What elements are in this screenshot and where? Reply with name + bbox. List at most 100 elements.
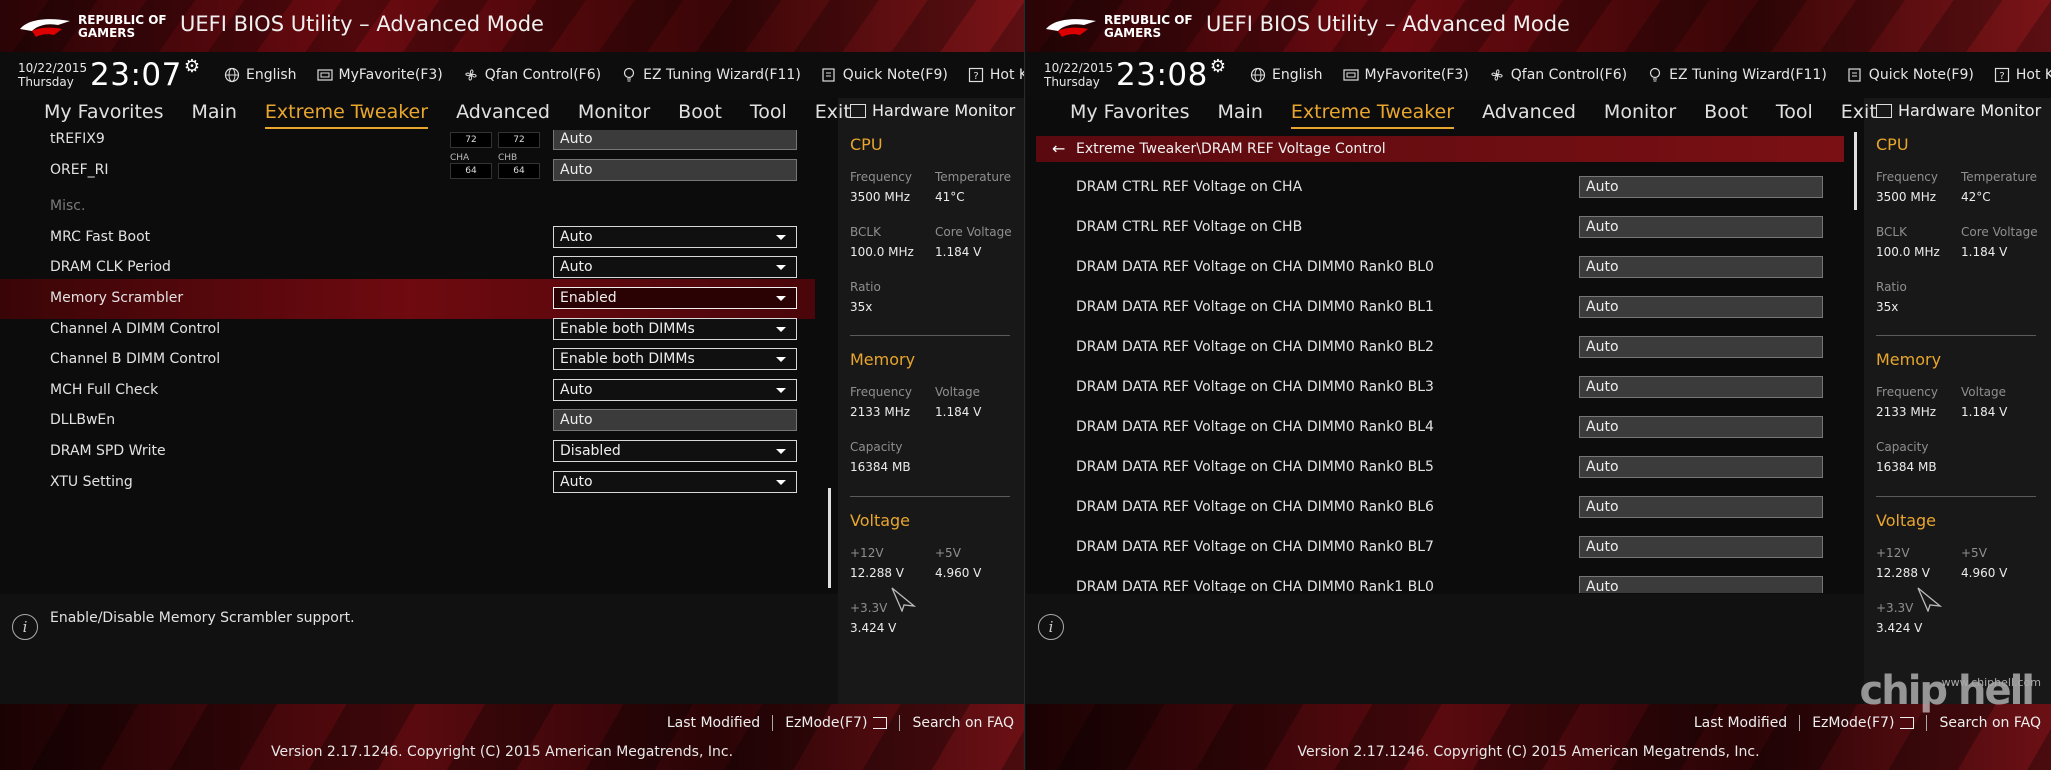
setting-value: Auto [1586, 379, 1619, 395]
cpu-temperature-label: Temperature [1961, 170, 2038, 184]
setting-input[interactable]: Auto [1579, 296, 1823, 318]
cpu-frequency-label: Frequency [1876, 170, 1938, 184]
voltage-section-title: Voltage [850, 511, 911, 530]
quick-note-button[interactable]: Quick Note(F9) [821, 67, 948, 83]
setting-row[interactable]: DRAM CTRL REF Voltage on CHA Auto [1026, 168, 1841, 208]
setting-row[interactable]: DRAM DATA REF Voltage on CHA DIMM0 Rank0… [1026, 528, 1841, 568]
language-label: English [245, 67, 297, 83]
note-icon [1848, 68, 1861, 82]
copyright-text: Version 2.17.1246. Copyright (C) 2015 Am… [270, 744, 734, 760]
tab-my-favorites[interactable]: My Favorites [1026, 101, 1204, 123]
setting-input[interactable]: Auto [553, 409, 797, 431]
fan-icon [1491, 69, 1503, 81]
setting-row[interactable]: DRAM DATA REF Voltage on CHA DIMM0 Rank0… [1026, 248, 1841, 288]
hardware-monitor: Hardware Monitor CPU Frequency 3500 MHz … [838, 98, 1024, 704]
svg-text:?: ? [973, 71, 978, 82]
setting-input[interactable]: Auto [553, 159, 797, 181]
last-modified-button[interactable]: Last Modified [1694, 715, 1787, 731]
setting-row[interactable]: OREF_RI Auto CHA 64 CHB 64 [0, 151, 815, 191]
tab-extreme-tweaker[interactable]: Extreme Tweaker [251, 101, 442, 129]
setting-label: tREFIX9 [50, 131, 105, 147]
setting-row[interactable]: DRAM DATA REF Voltage on CHA DIMM0 Rank0… [1026, 288, 1841, 328]
setting-dropdown[interactable]: Enabled [553, 287, 797, 309]
rog-eye-icon [20, 19, 70, 37]
setting-row[interactable]: DRAM DATA REF Voltage on CHA DIMM0 Rank1… [1026, 568, 1841, 593]
tab-my-favorites[interactable]: My Favorites [0, 101, 178, 123]
setting-dropdown[interactable]: Enable both DIMMs [553, 318, 797, 340]
tab-advanced[interactable]: Advanced [442, 101, 564, 123]
qfan-button[interactable]: Qfan Control(F6) [1489, 67, 1627, 83]
date-text: 10/22/2015 [18, 61, 88, 75]
setting-input[interactable]: Auto [553, 130, 797, 150]
tab-tool[interactable]: Tool [1762, 101, 1827, 123]
ezmode-button[interactable]: EzMode(F7) [1812, 715, 1915, 731]
tab-main[interactable]: Main [178, 101, 251, 123]
ez-tuning-button[interactable]: EZ Tuning Wizard(F11) [1647, 67, 1827, 83]
setting-dropdown[interactable]: Enable both DIMMs [553, 348, 797, 370]
tab-monitor[interactable]: Monitor [564, 101, 664, 123]
setting-input[interactable]: Auto [1579, 576, 1823, 593]
ez-tuning-button[interactable]: EZ Tuning Wizard(F11) [621, 67, 801, 83]
setting-input[interactable]: Auto [1579, 376, 1823, 398]
tab-boot[interactable]: Boot [664, 101, 736, 123]
v5-value: 4.960 V [1961, 566, 2008, 580]
language-button[interactable]: English [1250, 67, 1323, 83]
scrollbar-thumb[interactable] [1854, 132, 1857, 210]
v5-label: +5V [935, 546, 961, 560]
date-block: 10/22/2015 Thursday [18, 61, 88, 89]
setting-input[interactable]: Auto [1579, 336, 1823, 358]
tab-advanced[interactable]: Advanced [1468, 101, 1590, 123]
quick-note-button[interactable]: Quick Note(F9) [1847, 67, 1974, 83]
back-arrow-icon[interactable]: ← [1052, 139, 1065, 158]
memory-voltage-value: 1.184 V [935, 405, 982, 419]
toolbar: 10/22/2015 Thursday 23:07 ⚙ English MyFa… [0, 52, 1024, 98]
tab-boot[interactable]: Boot [1690, 101, 1762, 123]
tab-main[interactable]: Main [1204, 101, 1277, 123]
setting-row[interactable]: DRAM CTRL REF Voltage on CHB Auto [1026, 208, 1841, 248]
gear-icon[interactable]: ⚙ [1210, 56, 1226, 77]
setting-value: Auto [1586, 419, 1619, 435]
setting-dropdown[interactable]: Auto [553, 379, 797, 401]
setting-dropdown[interactable]: Auto [553, 256, 797, 278]
qfan-button[interactable]: Qfan Control(F6) [463, 67, 601, 83]
myfavorite-button[interactable]: MyFavorite(F3) [1342, 67, 1469, 83]
search-faq-button[interactable]: Search on FAQ [912, 715, 1014, 731]
setting-input[interactable]: Auto [1579, 176, 1823, 198]
tab-extreme-tweaker[interactable]: Extreme Tweaker [1277, 101, 1468, 129]
setting-input[interactable]: Auto [1579, 416, 1823, 438]
setting-input[interactable]: Auto [1579, 456, 1823, 478]
setting-row[interactable]: XTU Setting Auto [0, 463, 815, 503]
hot-keys-button[interactable]: ? Hot Keys [1994, 67, 2051, 83]
myfavorite-button[interactable]: MyFavorite(F3) [316, 67, 443, 83]
setting-input[interactable]: Auto [1579, 496, 1823, 518]
setting-row[interactable]: DRAM DATA REF Voltage on CHA DIMM0 Rank0… [1026, 328, 1841, 368]
tab-exit[interactable]: Exit [801, 101, 865, 123]
gear-icon[interactable]: ⚙ [184, 56, 200, 77]
channel-label: CHA [450, 153, 470, 163]
setting-dropdown[interactable]: Auto [553, 226, 797, 248]
setting-row[interactable]: DRAM DATA REF Voltage on CHA DIMM0 Rank0… [1026, 408, 1841, 448]
hot-keys-button[interactable]: ? Hot Keys [968, 67, 1024, 83]
scrollbar-thumb[interactable] [828, 488, 831, 588]
language-button[interactable]: English [224, 67, 297, 83]
tab-tool[interactable]: Tool [736, 101, 801, 123]
breadcrumb: ← Extreme Tweaker\DRAM REF Voltage Contro… [1036, 136, 1844, 162]
toolbar: 10/22/2015 Thursday 23:08 ⚙ English MyFa… [1026, 52, 2051, 98]
setting-dropdown[interactable]: Auto [553, 471, 797, 493]
setting-label: DLLBwEn [50, 412, 116, 428]
setting-dropdown[interactable]: Disabled [553, 440, 797, 462]
setting-input[interactable]: Auto [1579, 256, 1823, 278]
setting-row[interactable]: DRAM DATA REF Voltage on CHA DIMM0 Rank0… [1026, 448, 1841, 488]
ezmode-button[interactable]: EzMode(F7) [785, 715, 888, 731]
setting-value: Auto [1586, 539, 1619, 555]
globe-icon [1250, 67, 1266, 83]
search-faq-button[interactable]: Search on FAQ [1939, 715, 2041, 731]
last-modified-button[interactable]: Last Modified [667, 715, 760, 731]
setting-input[interactable]: Auto [1579, 536, 1823, 558]
setting-input[interactable]: Auto [1579, 216, 1823, 238]
setting-row[interactable]: DRAM DATA REF Voltage on CHA DIMM0 Rank0… [1026, 368, 1841, 408]
tab-monitor[interactable]: Monitor [1590, 101, 1690, 123]
dropdown-arrow-icon [776, 265, 786, 270]
setting-row[interactable]: DRAM DATA REF Voltage on CHA DIMM0 Rank0… [1026, 488, 1841, 528]
tab-exit[interactable]: Exit [1827, 101, 1891, 123]
